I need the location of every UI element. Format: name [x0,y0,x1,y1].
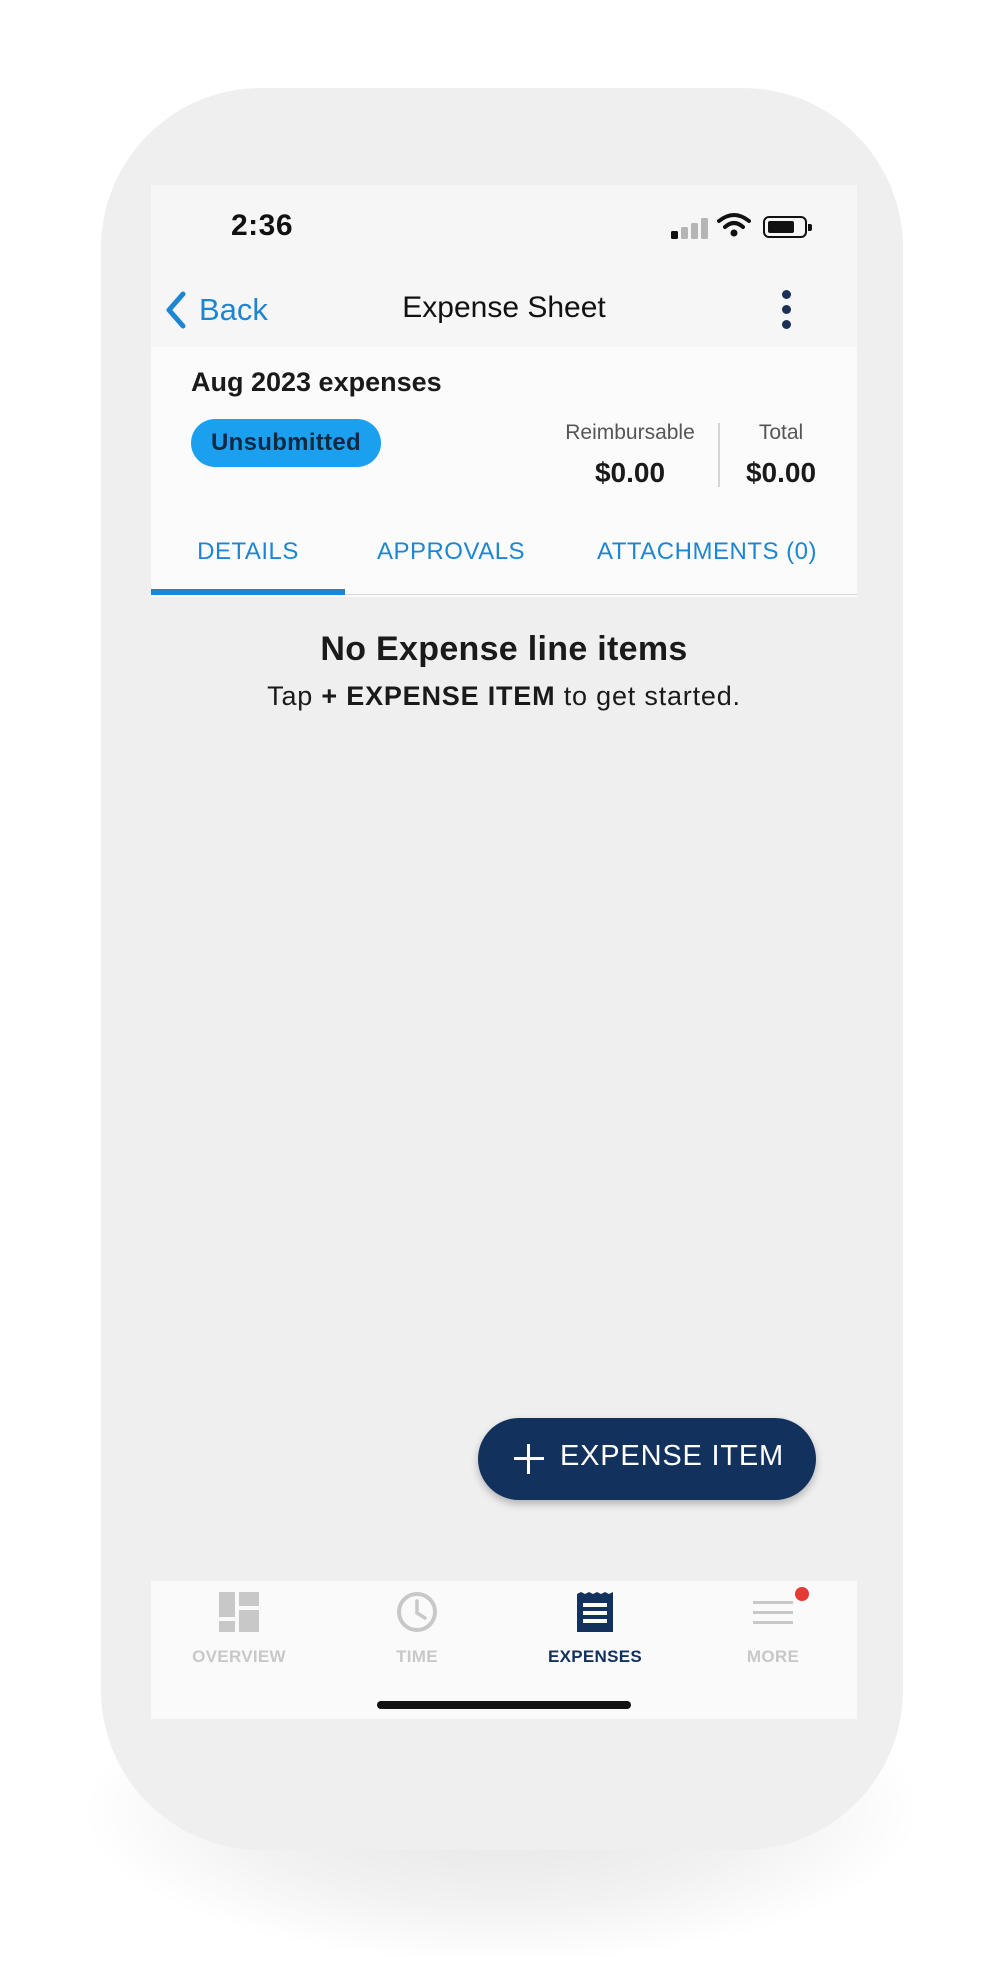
navigation-bar: Back Expense Sheet [151,275,857,347]
cellular-signal-icon [671,217,709,239]
add-expense-item-button[interactable]: EXPENSE ITEM [478,1418,816,1500]
app-screen: 2:36 Back Expense Sheet Aug 2023 expense… [151,185,857,1719]
empty-hint-suffix: to get started. [563,681,741,711]
menu-icon [753,1601,793,1624]
tab-more-label: MORE [746,1647,800,1666]
more-options-icon[interactable] [775,287,799,333]
total-label: Total [758,421,804,444]
battery-icon [763,216,812,238]
tab-time[interactable]: TIME [329,1581,505,1691]
home-indicator [377,1701,631,1709]
total-amount: $0.00 [745,457,817,488]
tab-approvals[interactable]: APPROVALS [345,538,557,566]
page-title: Expense Sheet [402,291,606,324]
tab-expenses-label: EXPENSES [547,1647,643,1666]
empty-state-hint: Tap + EXPENSE ITEM to get started. [151,681,857,712]
tab-overview[interactable]: OVERVIEW [151,1581,327,1691]
empty-hint-prefix: Tap [267,681,314,711]
receipt-icon [577,1592,613,1632]
tab-attachments[interactable]: ATTACHMENTS (0) [557,538,857,566]
status-time: 2:36 [231,209,294,242]
tab-overview-label: OVERVIEW [192,1647,286,1666]
tab-time-label: TIME [396,1647,438,1666]
add-expense-item-label: EXPENSE ITEM [560,1440,784,1472]
tab-details[interactable]: DETAILS [151,538,345,566]
plus-icon [514,1444,544,1474]
tab-expenses[interactable]: EXPENSES [507,1581,683,1691]
wifi-icon [717,213,751,237]
status-bar: 2:36 [151,185,857,275]
tab-more[interactable]: MORE [685,1581,857,1691]
bottom-tab-bar: OVERVIEW TIME EXPENSES MORE [151,1581,857,1719]
active-tab-indicator [151,589,345,595]
notification-dot [795,1587,809,1601]
empty-state-title: No Expense line items [320,630,688,668]
dashboard-icon [219,1592,259,1632]
empty-hint-action: + EXPENSE ITEM [321,681,556,711]
clock-icon [397,1592,437,1632]
amount-divider [718,423,720,487]
reimbursable-amount: $0.00 [594,457,666,488]
reimbursable-label: Reimbursable [565,421,695,444]
sheet-title: Aug 2023 expenses [191,367,442,397]
status-badge: Unsubmitted [191,419,381,467]
